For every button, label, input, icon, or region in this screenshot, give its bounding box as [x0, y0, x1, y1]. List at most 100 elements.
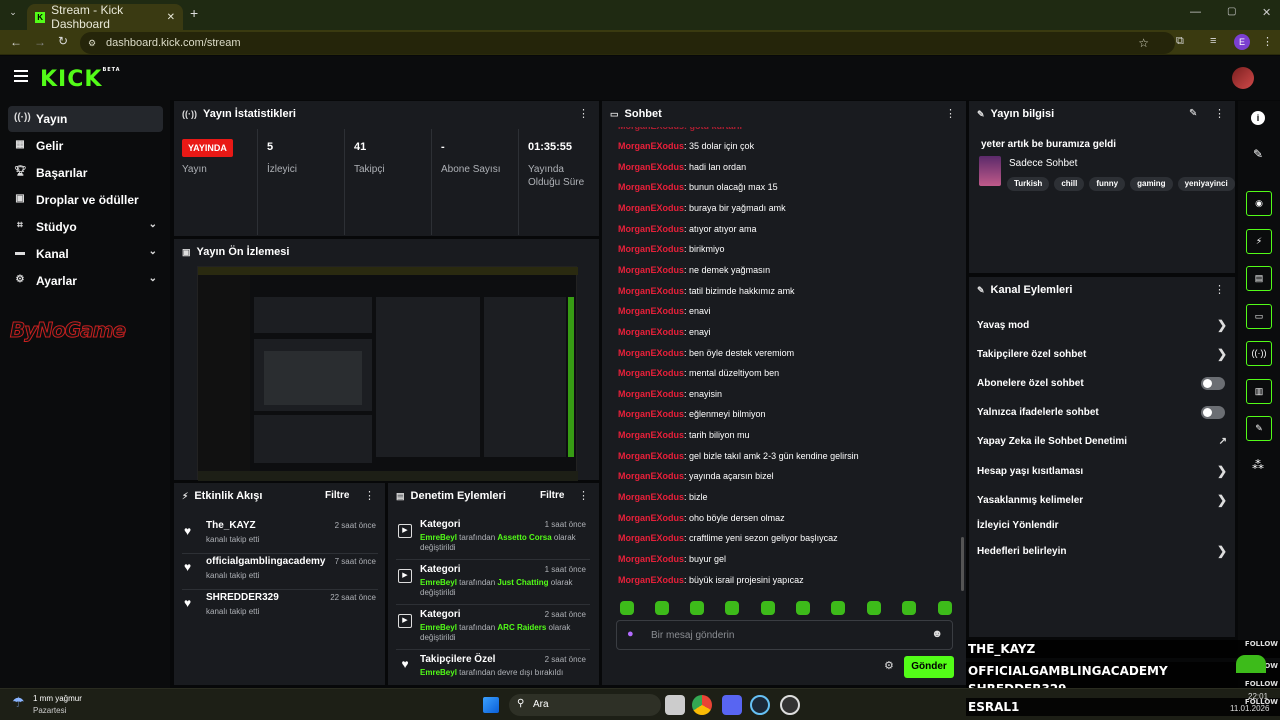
chat-username[interactable]: MorganEXodus [618, 575, 684, 585]
chat-username[interactable]: MorganEXodus [618, 513, 684, 523]
sidebar-item-studyo[interactable]: ⌗ Stüdyo ⌄ [8, 214, 163, 240]
taskbar-search[interactable]: ⚲ Ara [509, 694, 661, 716]
action-account-age[interactable]: Hesap yaşı kısıtlaması ❯ [977, 457, 1227, 485]
emote-button[interactable] [761, 601, 775, 615]
chat-settings-icon[interactable]: ⚙ [884, 659, 894, 672]
chat-scrollbar[interactable] [961, 537, 964, 591]
hamburger-menu-icon[interactable] [14, 70, 28, 82]
media-icon[interactable]: ≡ [1210, 35, 1216, 47]
send-button[interactable]: Gönder [904, 656, 954, 678]
chat-username[interactable]: MorganEXodus [618, 327, 684, 337]
chat-username[interactable]: MorganEXodus [618, 409, 684, 419]
tag[interactable]: gaming [1130, 177, 1173, 191]
emote-button[interactable] [655, 601, 669, 615]
chat-username[interactable]: MorganEXodus [618, 182, 684, 192]
pencil-icon[interactable]: ✎ [1253, 147, 1263, 161]
broadcast-action-icon[interactable]: ((·)) [1246, 341, 1272, 366]
follower-name[interactable]: The_KAYZ [206, 520, 256, 531]
subscribers-only-toggle[interactable] [1201, 377, 1225, 390]
extensions-icon[interactable]: ⧉ [1176, 35, 1184, 48]
more-options-icon[interactable]: ⋮ [578, 107, 589, 120]
follower-name[interactable]: SHREDDER329 [206, 592, 279, 603]
chat-username[interactable]: MorganEXodus [618, 348, 684, 358]
browser-tab[interactable]: K Stream - Kick Dashboard ✕ [27, 3, 183, 31]
sidebar-item-basarilar[interactable]: 🏆︎ Başarılar [8, 160, 163, 186]
discord-icon[interactable] [722, 695, 742, 715]
profile-avatar[interactable]: E [1234, 34, 1250, 50]
chat-username[interactable]: MorganEXodus [618, 492, 684, 502]
minimize-button[interactable]: — [1190, 6, 1201, 18]
more-actions-icon[interactable]: ⁂ [1252, 458, 1264, 472]
action-slow-mode[interactable]: Yavaş mod ❯ [977, 311, 1227, 339]
chat-username[interactable]: MorganEXodus [618, 554, 684, 564]
microphone-icon[interactable]: ● [627, 628, 634, 640]
emote-button[interactable] [831, 601, 845, 615]
camera-action-icon[interactable]: ◉ [1246, 191, 1272, 216]
edit-icon[interactable]: ✎ [1189, 108, 1197, 119]
filter-button[interactable]: Filtre [540, 490, 564, 501]
wrench-action-icon[interactable]: ✎ [1246, 416, 1272, 441]
reload-icon[interactable]: ↻ [58, 34, 68, 48]
app-icon[interactable] [780, 695, 800, 715]
weather-text[interactable]: 1 mm yağmur [33, 694, 82, 703]
more-options-icon[interactable]: ⋮ [578, 489, 589, 502]
tag[interactable]: Turkish [1007, 177, 1050, 191]
emote-button[interactable] [867, 601, 881, 615]
chat-username[interactable]: MorganEXodus [618, 451, 684, 461]
chat-action-icon[interactable]: ▭ [1246, 304, 1272, 329]
weather-icon[interactable]: ☂ [12, 694, 25, 711]
action-ai-moderation[interactable]: Yapay Zeka ile Sohbet Denetimi ↗ [977, 427, 1227, 455]
layout-action-icon[interactable]: ▥ [1246, 379, 1272, 404]
bookmark-star-icon[interactable]: ☆ [1138, 36, 1149, 50]
more-options-icon[interactable]: ⋮ [1214, 107, 1225, 120]
lightning-action-icon[interactable]: ⚡︎ [1246, 229, 1272, 254]
kick-logo[interactable]: KICKBETA [40, 67, 121, 92]
tag[interactable]: yeniyayinci [1177, 177, 1235, 191]
follower-name[interactable]: officialgamblingacademy [206, 556, 325, 567]
emotes-only-toggle[interactable] [1201, 406, 1225, 419]
chrome-icon[interactable] [692, 695, 712, 715]
browser-menu-icon[interactable]: ⋮ [1262, 35, 1273, 48]
site-info-icon[interactable]: ⚙ [88, 38, 96, 49]
more-options-icon[interactable]: ⋮ [1214, 283, 1225, 296]
new-tab-button[interactable]: + [190, 5, 198, 21]
chat-username[interactable]: MorganEXodus [618, 286, 684, 296]
action-goals[interactable]: Hedefleri belirleyin ❯ [977, 537, 1227, 565]
more-options-icon[interactable]: ⋮ [364, 489, 375, 502]
chat-username[interactable]: MorganEXodus [618, 430, 684, 440]
tab-list-button[interactable]: ⌄ [6, 7, 20, 21]
back-icon[interactable]: ← [10, 35, 22, 49]
sidebar-item-droplar[interactable]: ▣ Droplar ve ödüller [8, 187, 163, 213]
emote-button[interactable] [620, 601, 634, 615]
info-icon[interactable]: i [1251, 111, 1265, 125]
chat-username[interactable]: MorganEXodus [618, 389, 684, 399]
tab-close-icon[interactable]: ✕ [167, 12, 175, 23]
emote-button[interactable] [725, 601, 739, 615]
tag[interactable]: funny [1089, 177, 1126, 191]
sidebar-item-ayarlar[interactable]: ⚙ Ayarlar ⌄ [8, 268, 163, 294]
sidebar-item-kanal[interactable]: ▬ Kanal ⌄ [8, 241, 163, 267]
sidebar-item-gelir[interactable]: ▦ Gelir [8, 133, 163, 159]
chat-username[interactable]: MorganEXodus [618, 162, 684, 172]
chat-username[interactable]: MorganEXodus [618, 471, 684, 481]
sidebar-item-yayin[interactable]: ((·)) Yayın [8, 106, 163, 132]
emote-button[interactable] [690, 601, 704, 615]
chat-username[interactable]: MorganEXodus [618, 533, 684, 543]
stream-preview-video[interactable] [197, 266, 578, 481]
maximize-button[interactable]: ▢ [1227, 6, 1236, 17]
chat-username[interactable]: MorganEXodus [618, 265, 684, 275]
document-action-icon[interactable]: ▤ [1246, 266, 1272, 291]
chat-username[interactable]: MorganEXodus [618, 203, 684, 213]
chat-username[interactable]: MorganEXodus [618, 224, 684, 234]
clock-time[interactable]: 22:01 [1248, 692, 1268, 701]
emote-button[interactable] [938, 601, 952, 615]
emote-button[interactable] [902, 601, 916, 615]
chat-input[interactable]: ● Bir mesaj gönderin ☻ [616, 620, 953, 650]
chat-username[interactable]: MorganEXodus [618, 306, 684, 316]
start-button[interactable] [483, 697, 499, 713]
chat-username[interactable]: MorganEXodus [618, 141, 684, 151]
emoji-icon[interactable]: ☻ [931, 628, 943, 640]
user-avatar[interactable] [1232, 67, 1254, 89]
more-options-icon[interactable]: ⋮ [945, 107, 956, 120]
close-window-button[interactable]: ✕ [1262, 6, 1271, 19]
